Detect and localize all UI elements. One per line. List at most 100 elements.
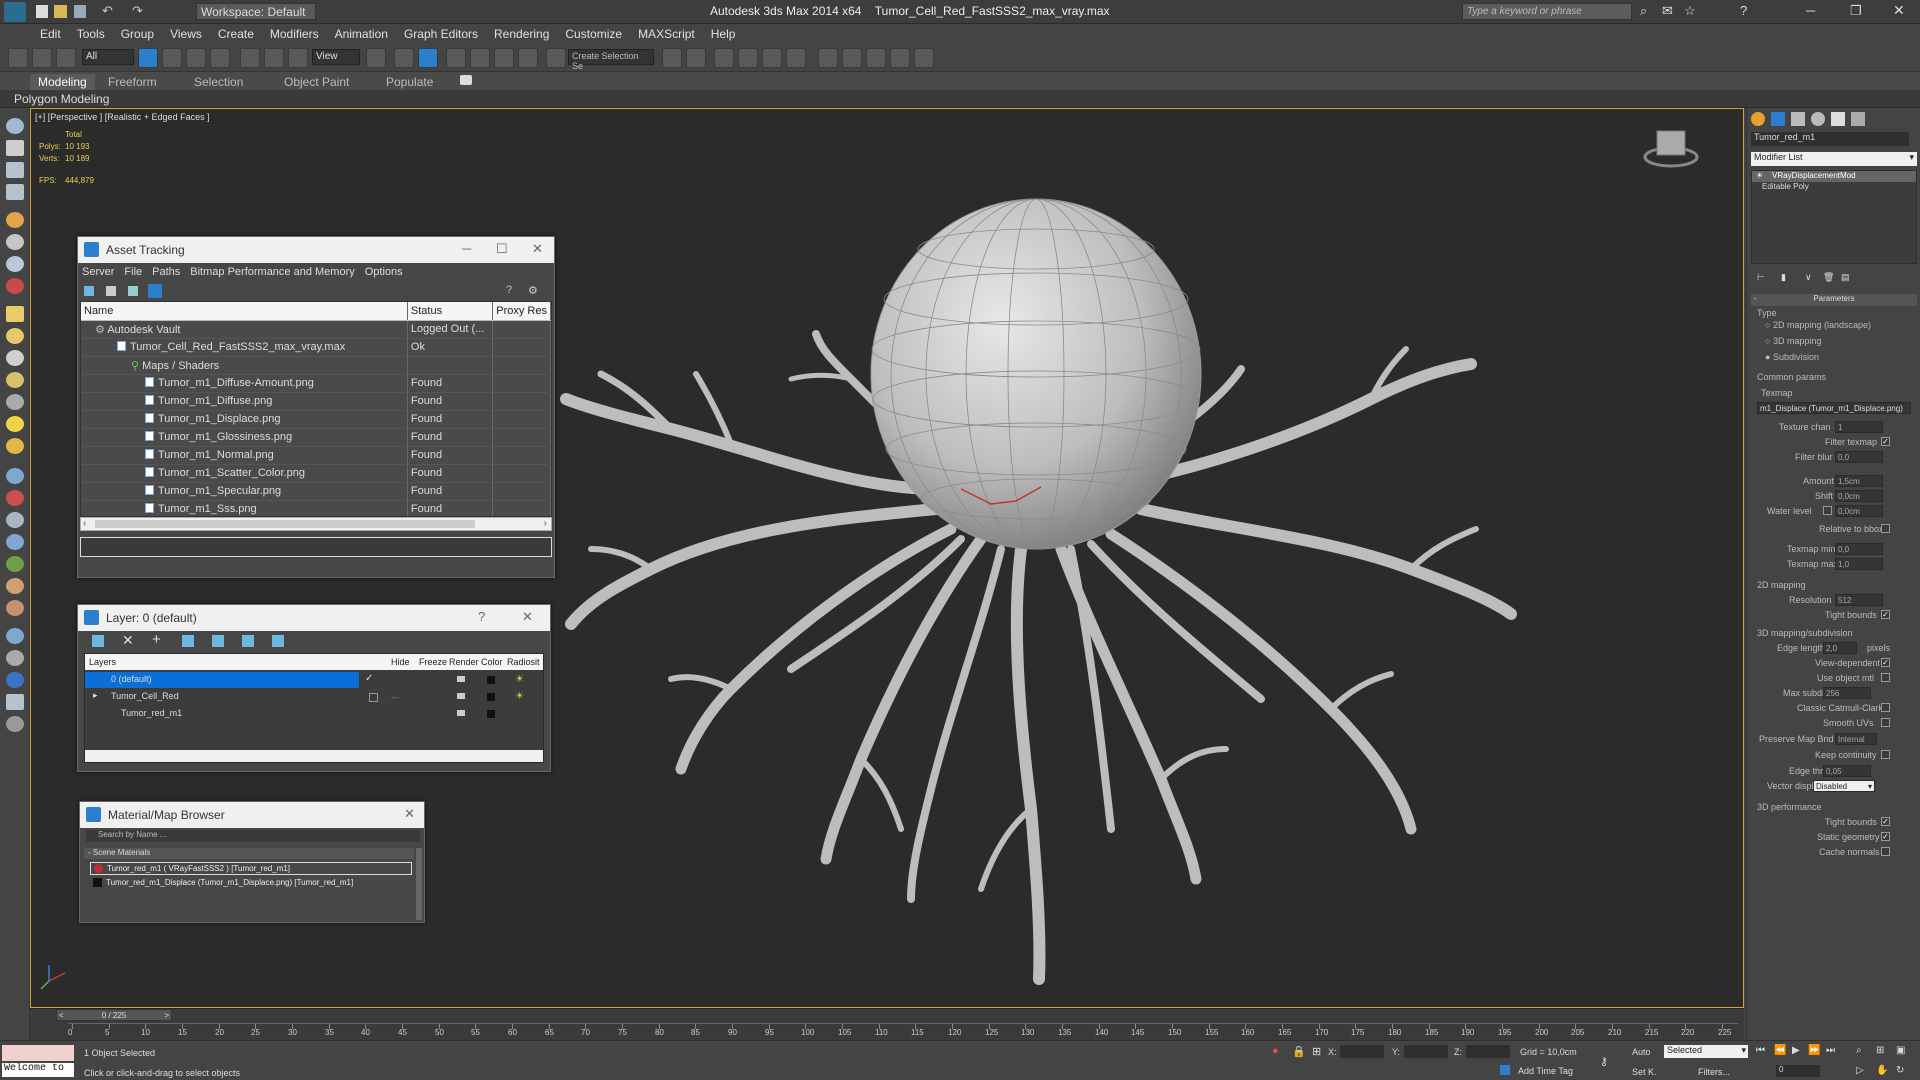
current-frame-field[interactable]: 0: [1776, 1065, 1820, 1077]
pivot-center-icon[interactable]: [366, 48, 386, 68]
perspective-viewport[interactable]: [+] [Perspective ] [Realistic + Edged Fa…: [30, 108, 1744, 1008]
z-coordinate-field[interactable]: [1466, 1045, 1510, 1058]
select-object-icon[interactable]: [138, 48, 158, 68]
go-to-start-icon[interactable]: ⏮: [1756, 1045, 1765, 1056]
close-icon[interactable]: ✕: [532, 241, 543, 257]
sphere-icon[interactable]: [6, 328, 24, 344]
zoom-icon[interactable]: ⌕: [1856, 1045, 1862, 1056]
add-to-layer-icon[interactable]: +: [152, 631, 161, 648]
restore-icon[interactable]: ❐: [1850, 3, 1862, 19]
motion-tab-icon[interactable]: [1811, 112, 1825, 126]
layer-row-default[interactable]: 0 (default) ✓ ☀: [85, 672, 545, 688]
hierarchy-tab-icon[interactable]: [1791, 112, 1805, 126]
edge-length-spinner[interactable]: 2,0: [1823, 642, 1857, 654]
texmap-min-spinner[interactable]: 0,0: [1835, 543, 1883, 555]
water-level-checkbox[interactable]: [1823, 506, 1832, 515]
favorites-icon[interactable]: ☆: [1684, 3, 1696, 19]
tab-object-paint[interactable]: Object Paint: [284, 74, 349, 90]
render-production-icon[interactable]: [914, 48, 934, 68]
tree-icon[interactable]: [6, 556, 24, 572]
display-tab-icon[interactable]: [1831, 112, 1845, 126]
zoom-extents-icon[interactable]: ▣: [1896, 1045, 1905, 1056]
globe-icon[interactable]: [6, 534, 24, 550]
key-mode-icon[interactable]: ⚷: [1600, 1055, 1608, 1068]
go-to-end-icon[interactable]: ⏭: [1826, 1045, 1835, 1056]
max-subdivs-spinner[interactable]: 256: [1823, 687, 1871, 699]
face-icon[interactable]: [6, 600, 24, 616]
tight-bounds-checkbox[interactable]: ✓: [1881, 610, 1890, 619]
utilities-tab-icon[interactable]: [1851, 112, 1865, 126]
bind-space-warp-icon[interactable]: [56, 48, 76, 68]
scene-explorer-icon[interactable]: [714, 48, 734, 68]
preserve-map-bnd-dropdown[interactable]: Internal: [1835, 733, 1877, 745]
communication-icon[interactable]: ✉: [1662, 3, 1673, 19]
parameters-rollout-header[interactable]: - Parameters: [1751, 294, 1917, 306]
angle-snap-icon[interactable]: [470, 48, 490, 68]
material-browser-titlebar[interactable]: Material/Map Browser ✕: [80, 802, 424, 828]
shift-spinner[interactable]: 0,0cm: [1835, 490, 1883, 502]
render-toggle-icon[interactable]: [457, 676, 465, 682]
hide-all-icon[interactable]: [242, 635, 254, 647]
grid-view-icon[interactable]: [148, 284, 162, 298]
table-row[interactable]: Tumor_m1_Displace.png Found: [81, 410, 551, 429]
torus-icon[interactable]: [6, 372, 24, 388]
close-icon[interactable]: ✕: [522, 609, 533, 625]
key-filters-button[interactable]: Filters...: [1698, 1067, 1730, 1077]
asset-tracking-titlebar[interactable]: Asset Tracking ─ ☐ ✕: [78, 237, 554, 263]
set-key-button[interactable]: Set K.: [1632, 1067, 1657, 1077]
filter-texmap-checkbox[interactable]: ✓: [1881, 437, 1890, 446]
configure-sets-icon[interactable]: ▤: [1841, 272, 1850, 283]
coin-icon[interactable]: [6, 438, 24, 454]
edge-thresh-spinner[interactable]: 0,05: [1823, 765, 1871, 777]
browser-vscrollbar[interactable]: [416, 848, 422, 920]
maximize-icon[interactable]: ☐: [496, 241, 508, 257]
table-row[interactable]: Tumor_Cell_Red_FastSSS2_max_vray.max Ok: [81, 338, 551, 357]
cache-normals-checkbox[interactable]: [1881, 847, 1890, 856]
layer-explorer-titlebar[interactable]: Layer: 0 (default) ? ✕: [78, 605, 550, 631]
scale-icon[interactable]: [288, 48, 308, 68]
scene-materials-header[interactable]: - Scene Materials: [84, 848, 414, 859]
light-icon[interactable]: [6, 416, 24, 432]
radiosity-icon[interactable]: ☀: [515, 674, 524, 685]
align-icon[interactable]: [686, 48, 706, 68]
menu-maxscript[interactable]: MAXScript: [630, 24, 703, 44]
tab-selection[interactable]: Selection: [194, 74, 243, 90]
menu-views[interactable]: Views: [162, 24, 210, 44]
asset-table-hscrollbar[interactable]: ‹ ›: [80, 517, 552, 531]
type-radio-2d[interactable]: ○ 2D mapping (landscape): [1765, 320, 1871, 330]
layer-color-swatch[interactable]: [487, 710, 495, 718]
resolution-spinner[interactable]: 512: [1835, 594, 1883, 606]
keep-continuity-checkbox[interactable]: [1881, 750, 1890, 759]
select-manipulate-icon[interactable]: [394, 48, 414, 68]
reference-coordinate-dropdown[interactable]: View: [312, 49, 360, 65]
menu-tools[interactable]: Tools: [69, 24, 113, 44]
tight-bounds2-checkbox[interactable]: ✓: [1881, 817, 1890, 826]
table-row[interactable]: Tumor_m1_Glossiness.png Found: [81, 428, 551, 447]
highlight-layer-icon[interactable]: [212, 635, 224, 647]
teapot-icon[interactable]: [6, 118, 24, 134]
material-item[interactable]: Tumor_red_m1 ( VRayFastSSS2 ) [Tumor_red…: [90, 862, 412, 875]
radiosity-icon[interactable]: ☀: [515, 691, 524, 702]
menu-paths[interactable]: Paths: [152, 266, 180, 278]
light-bulb-icon[interactable]: ☀: [1756, 171, 1763, 180]
isolate-selection-icon[interactable]: ●: [1272, 1045, 1279, 1057]
static-geometry-checkbox[interactable]: ✓: [1881, 832, 1890, 841]
texmap-button[interactable]: m1_Displace (Tumor_m1_Displace.png): [1757, 402, 1911, 414]
table-row[interactable]: Tumor_m1_Normal.png Found: [81, 446, 551, 465]
modifier-list-dropdown[interactable]: Modifier List ▾: [1751, 152, 1917, 166]
rectangular-selection-icon[interactable]: [186, 48, 206, 68]
redo-icon[interactable]: ↷: [132, 3, 143, 19]
menu-file[interactable]: File: [124, 266, 142, 278]
layer-color-swatch[interactable]: [487, 676, 495, 684]
table-row[interactable]: Tumor_m1_Diffuse-Amount.png Found: [81, 374, 551, 393]
viewcube[interactable]: [1643, 130, 1699, 168]
select-objects-icon[interactable]: [182, 635, 194, 647]
smooth-uvs-checkbox[interactable]: [1881, 718, 1890, 727]
workspace-dropdown[interactable]: Workspace: Default: [196, 3, 316, 20]
y-coordinate-field[interactable]: [1404, 1045, 1448, 1058]
planet-icon[interactable]: [6, 628, 24, 644]
table-row[interactable]: Tumor_m1_Specular.png Found: [81, 482, 551, 501]
menu-edit[interactable]: Edit: [32, 24, 69, 44]
menu-animation[interactable]: Animation: [327, 24, 396, 44]
close-icon[interactable]: ✕: [1893, 2, 1905, 19]
